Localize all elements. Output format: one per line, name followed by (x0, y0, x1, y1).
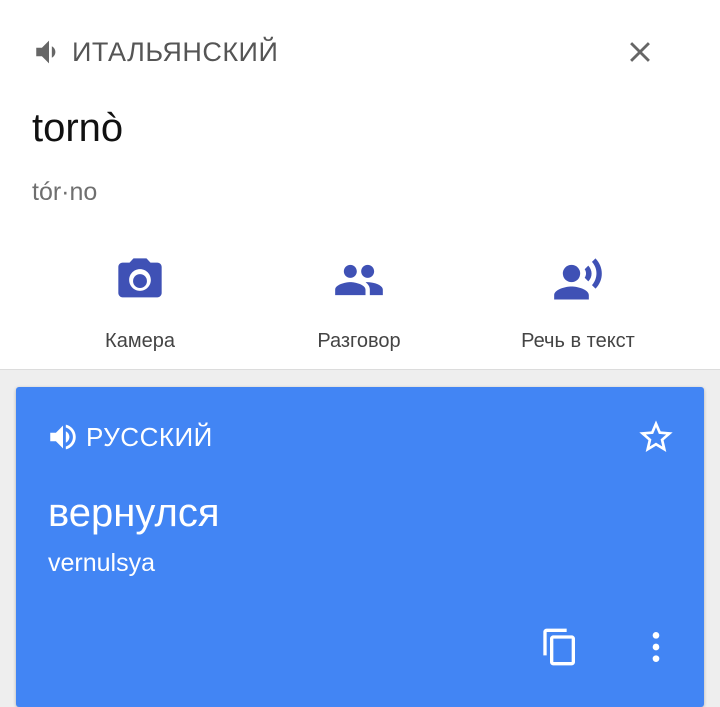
camera-action-label: Камера (105, 330, 175, 352)
source-language-row[interactable]: ИТАЛЬЯНСКИЙ (32, 34, 278, 70)
speech-to-text-icon (554, 258, 602, 300)
speaker-icon[interactable] (32, 35, 66, 69)
source-transliteration: tór·no (32, 178, 98, 206)
close-icon (630, 42, 650, 62)
copy-button[interactable] (534, 621, 586, 673)
speech-to-text-action-button[interactable]: Речь в текст (478, 244, 678, 364)
source-language-label: ИТАЛЬЯНСКИЙ (72, 36, 279, 67)
camera-icon (118, 258, 162, 298)
source-panel: ИТАЛЬЯНСКИЙ tornò tór·no Камера Разговор… (0, 0, 720, 370)
source-word: tornò (32, 106, 124, 150)
translated-transliteration: vernulsya (48, 549, 155, 577)
copy-icon (543, 628, 575, 666)
conversation-icon (335, 264, 383, 296)
favorite-button[interactable] (632, 413, 680, 461)
translated-word: вернулся (48, 491, 220, 535)
target-language-row[interactable]: РУССКИЙ (46, 419, 213, 455)
camera-action-button[interactable]: Камера (40, 244, 240, 364)
speaker-icon[interactable] (46, 420, 80, 454)
speech-to-text-action-label: Речь в текст (521, 330, 635, 352)
translation-card: РУССКИЙ вернулся vernulsya (16, 387, 704, 707)
conversation-action-label: Разговор (317, 330, 401, 352)
target-language-label: РУССКИЙ (86, 421, 213, 452)
conversation-action-button[interactable]: Разговор (259, 244, 459, 364)
close-button[interactable] (616, 28, 664, 76)
star-outline-icon (639, 420, 673, 452)
more-options-button[interactable] (630, 621, 682, 673)
more-vert-icon (652, 632, 660, 662)
